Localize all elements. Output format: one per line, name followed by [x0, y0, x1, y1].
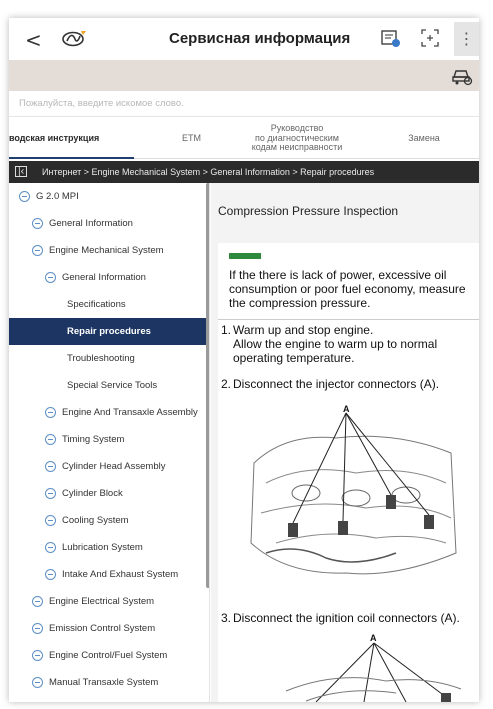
tree-item-label: Manual Transaxle System [49, 677, 159, 688]
figure-callout-label: A [343, 404, 350, 414]
step-3: 3. Disconnect the ignition coil connecto… [221, 611, 479, 625]
tree-scrollbar[interactable] [206, 183, 209, 588]
tree-item-label: G 2.0 MPI [36, 191, 79, 202]
step-2: 2. Disconnect the injector connectors (A… [221, 377, 479, 391]
document-title: Compression Pressure Inspection [218, 204, 399, 218]
vin-scan-icon[interactable] [380, 28, 402, 48]
tree-item-model[interactable]: G 2.0 MPI [9, 183, 209, 210]
tab-label: ETM [182, 132, 201, 143]
app-header: < Сервисная информация ⋮ [9, 18, 479, 60]
collapse-icon[interactable] [45, 488, 56, 499]
note-text: If the there is lack of power, excessive… [229, 268, 466, 310]
tree-item-timing-system[interactable]: Timing System [9, 426, 209, 453]
tree-item-engine-control-fuel-system[interactable]: Engine Control/Fuel System [9, 642, 209, 669]
expand-icon[interactable] [420, 28, 440, 48]
active-tab-indicator [9, 157, 134, 159]
tree-item-cylinder-block[interactable]: Cylinder Block [9, 480, 209, 507]
tree-item-label: General Information [49, 218, 133, 229]
search-input[interactable] [9, 91, 479, 116]
collapse-icon[interactable] [45, 569, 56, 580]
page-title: Сервисная информация [169, 30, 351, 47]
back-button[interactable]: < [25, 28, 42, 52]
search-bar [9, 91, 479, 117]
collapse-icon[interactable] [45, 434, 56, 445]
tree-item-label: Engine Electrical System [49, 596, 155, 607]
tree-item-label: Engine And Transaxle Assembly [62, 407, 198, 418]
tree-item-engine-electrical-system[interactable]: Engine Electrical System [9, 588, 209, 615]
brand-logo-icon [62, 31, 86, 47]
collapse-icon[interactable] [32, 650, 43, 661]
document-body: If the there is lack of power, excessive… [218, 243, 479, 702]
collapse-icon[interactable] [45, 461, 56, 472]
breadcrumb: Интернет > Engine Mechanical System > Ge… [9, 161, 479, 183]
tab-bar: водская инструкция ETM Руководство по ди… [9, 118, 479, 159]
tab-label: Замена [408, 132, 440, 143]
tab-etm[interactable]: ETM [169, 118, 214, 159]
step-text: Warm up and stop engine. Allow the engin… [233, 323, 438, 365]
step-number: 1. [221, 323, 232, 337]
breadcrumb-path[interactable]: Интернет > Engine Mechanical System > Ge… [42, 161, 374, 183]
step-text: Disconnect the ignition coil connectors … [233, 611, 460, 625]
document-panel: Compression Pressure Inspection If the t… [211, 183, 479, 702]
collapse-icon[interactable] [32, 218, 43, 229]
injector-connectors-figure: A [246, 403, 462, 583]
tab-label: Руководство по диагностическим кодам неи… [251, 123, 343, 153]
tree-item-label: Cooling System [62, 515, 129, 526]
tab-manual[interactable]: водская инструкция [9, 118, 134, 159]
car-settings-icon[interactable] [451, 66, 473, 86]
tree-item-cylinder-head-assembly[interactable]: Cylinder Head Assembly [9, 453, 209, 480]
collapse-icon[interactable] [32, 677, 43, 688]
tree-item-cooling-system[interactable]: Cooling System [9, 507, 209, 534]
collapse-icon[interactable] [32, 245, 43, 256]
step-number: 3. [221, 611, 232, 625]
tree-item-label: Timing System [62, 434, 125, 445]
collapse-icon[interactable] [19, 191, 30, 202]
tree-item-label: Lubrication System [62, 542, 143, 553]
figure-callout-label: A [370, 633, 377, 643]
tree-item-label: Repair procedures [67, 326, 151, 337]
tab-dtc-guide[interactable]: Руководство по диагностическим кодам неи… [237, 118, 357, 159]
tree-item-general-information[interactable]: General Information [9, 210, 209, 237]
tree-item-troubleshooting[interactable]: Troubleshooting [9, 345, 209, 372]
tree-item-emission-control-system[interactable]: Emission Control System [9, 615, 209, 642]
tree-item-em-general-information[interactable]: General Information [9, 264, 209, 291]
tree-item-specifications[interactable]: Specifications [9, 291, 209, 318]
navigation-tree: G 2.0 MPI General Information Engine Mec… [9, 183, 210, 702]
step-text: Disconnect the injector connectors (A). [233, 377, 440, 391]
tree-item-repair-procedures[interactable]: Repair procedures [9, 318, 209, 345]
tree-item-label: Specifications [67, 299, 126, 310]
tree-item-label: Intake And Exhaust System [62, 569, 179, 580]
tree-item-label: Troubleshooting [67, 353, 135, 364]
tree-item-manual-transaxle-system[interactable]: Manual Transaxle System [9, 669, 209, 696]
tree-item-label: Cylinder Block [62, 488, 123, 499]
tree-item-label: Engine Mechanical System [49, 245, 164, 256]
collapse-icon[interactable] [45, 272, 56, 283]
tree-item-lubrication-system[interactable]: Lubrication System [9, 534, 209, 561]
collapse-panel-icon[interactable] [15, 166, 27, 177]
tree-item-label: Emission Control System [49, 623, 156, 634]
tab-replacement[interactable]: Замена [391, 118, 457, 159]
app-window: < Сервисная информация ⋮ Пожалуйста, вве… [9, 18, 479, 702]
tree-item-label: Special Service Tools [67, 380, 158, 391]
tree-item-label: Cylinder Head Assembly [62, 461, 166, 472]
tree-item-engine-mechanical-system[interactable]: Engine Mechanical System [9, 237, 209, 264]
tree-item-engine-transaxle-assembly[interactable]: Engine And Transaxle Assembly [9, 399, 209, 426]
note-badge [229, 253, 261, 259]
tree-item-intake-exhaust-system[interactable]: Intake And Exhaust System [9, 561, 209, 588]
tree-item-label: General Information [62, 272, 146, 283]
tree-item-special-service-tools[interactable]: Special Service Tools [9, 372, 209, 399]
note-divider [218, 319, 479, 320]
tab-label: водская инструкция [9, 132, 100, 143]
step-number: 2. [221, 377, 232, 391]
collapse-icon[interactable] [32, 596, 43, 607]
collapse-icon[interactable] [45, 542, 56, 553]
tree-item-label: Engine Control/Fuel System [49, 650, 168, 661]
more-menu-button[interactable]: ⋮ [454, 22, 479, 56]
collapse-icon[interactable] [45, 407, 56, 418]
collapse-icon[interactable] [45, 515, 56, 526]
ignition-coil-figure: A [246, 631, 462, 702]
collapse-icon[interactable] [32, 623, 43, 634]
vehicle-banner [9, 60, 479, 91]
step-1: 1. Warm up and stop engine. Allow the en… [221, 323, 479, 365]
